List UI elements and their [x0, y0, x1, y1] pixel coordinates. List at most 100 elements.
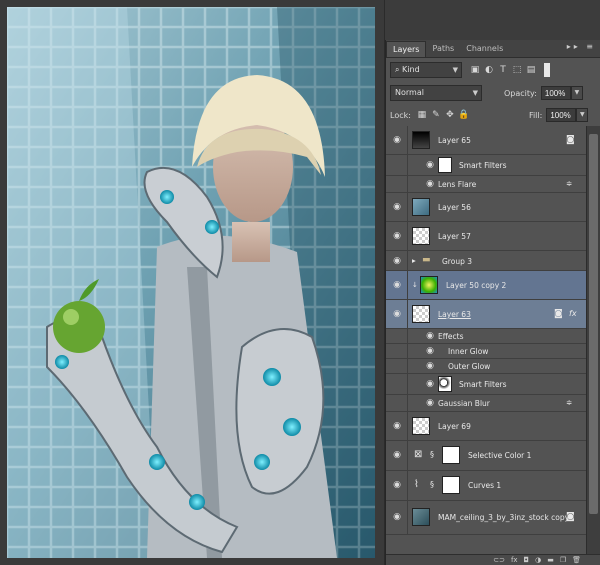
adjustment-filter-icon[interactable]: ◐ — [482, 65, 496, 75]
layer-row[interactable]: ◉ Lens Flare ≑ — [386, 176, 587, 193]
eye-icon[interactable]: ◉ — [424, 331, 436, 341]
group-row[interactable]: ◉ ▸ ▬ Group 3 — [386, 251, 587, 271]
fx-icon[interactable]: fx — [569, 309, 577, 318]
layer-row[interactable]: ◉ Layer 65 ◙ — [386, 126, 587, 155]
shape-filter-icon[interactable]: ⬚ — [510, 65, 524, 75]
lock-row: Lock: ▦ ✎ ✥ 🔒 Fill: ▼ — [386, 104, 600, 126]
smart-object-filter-icon[interactable]: ▤ — [524, 65, 538, 75]
opacity-dropdown-icon[interactable]: ▼ — [570, 86, 583, 100]
fill-label: Fill: — [528, 110, 543, 120]
eye-icon[interactable]: ◉ — [424, 160, 436, 170]
chain-link-icon[interactable]: § — [430, 450, 434, 459]
lock-all-icon[interactable]: 🔒 — [457, 110, 471, 120]
layer-name: Layer 56 — [438, 203, 471, 212]
lock-position-icon[interactable]: ✥ — [443, 110, 457, 120]
document-canvas[interactable] — [0, 0, 384, 565]
eye-icon[interactable]: ◉ — [424, 398, 436, 408]
opacity-input[interactable] — [540, 86, 571, 100]
layer-thumbnail — [412, 305, 430, 323]
eye-icon[interactable]: ◉ — [391, 231, 403, 241]
selective-color-icon: ⊠ — [414, 449, 423, 460]
filter-kind-label: Kind — [402, 65, 420, 74]
eye-icon[interactable]: ◉ — [391, 480, 403, 490]
smart-object-icon: ◙ — [566, 512, 575, 522]
layer-thumbnail — [412, 227, 430, 245]
eye-icon[interactable]: ◉ — [424, 379, 436, 389]
filter-toggle-switch[interactable] — [544, 63, 550, 77]
image-filter-icon[interactable]: ▣ — [468, 65, 482, 75]
panel-tabs: Layers Paths Channels ▸▸ ≡ — [386, 40, 600, 58]
tab-layers[interactable]: Layers — [386, 41, 427, 57]
filter-options-icon[interactable]: ≑ — [566, 398, 572, 407]
lock-paint-icon[interactable]: ✎ — [429, 110, 443, 120]
search-icon: ⌕ — [395, 65, 403, 74]
layer-name: Layer 69 — [438, 422, 471, 431]
eye-icon[interactable]: ◉ — [391, 309, 403, 319]
layer-row[interactable]: ◉ Layer 57 — [386, 222, 587, 251]
trash-icon[interactable]: 🗑 — [572, 555, 581, 565]
new-adjustment-icon[interactable]: ◑ — [535, 555, 541, 565]
layer-row[interactable]: ◉ Smart Filters — [386, 374, 587, 395]
layer-row[interactable]: ◉ Layer 56 — [386, 193, 587, 222]
type-filter-icon[interactable]: T — [496, 65, 510, 75]
new-layer-icon[interactable]: ❐ — [560, 555, 566, 565]
layer-name: Gaussian Blur — [438, 399, 490, 408]
layer-thumbnail — [412, 508, 430, 526]
fill-input[interactable] — [546, 108, 577, 122]
lock-label: Lock: — [390, 110, 411, 120]
expand-arrow-icon[interactable]: ▸ — [412, 256, 416, 265]
eye-icon[interactable]: ◉ — [391, 256, 403, 266]
chevron-down-icon: ▼ — [452, 66, 458, 74]
clip-arrow-icon: ↓ — [412, 281, 418, 289]
blend-mode-label: Normal — [395, 88, 424, 97]
layer-thumbnail — [420, 276, 438, 294]
layer-row[interactable]: ◉ Layer 69 — [386, 412, 587, 441]
eye-icon[interactable]: ◉ — [424, 361, 436, 371]
panel-footer: ⊂⊃ fx ◘ ◑ ▬ ❐ 🗑 — [386, 554, 600, 565]
blend-mode-select[interactable]: Normal ▼ — [390, 85, 482, 101]
panel-menu-icon[interactable]: ▸▸ ≡ — [567, 42, 596, 51]
layer-name: Group 3 — [442, 257, 472, 266]
layer-row[interactable]: ◉ Effects — [386, 329, 587, 344]
layer-row[interactable]: ◉ Outer Glow — [386, 359, 587, 374]
new-group-icon[interactable]: ▬ — [547, 555, 554, 565]
layer-name: Selective Color 1 — [468, 451, 532, 460]
link-layers-icon[interactable]: ⊂⊃ — [493, 555, 505, 565]
layer-name: Lens Flare — [438, 180, 477, 189]
layer-row[interactable]: ◉ Layer 63 ◙ fx — [386, 300, 587, 329]
layers-scrollbar[interactable] — [586, 126, 600, 554]
layer-row[interactable]: ◉ ⌇ § Curves 1 — [386, 471, 587, 501]
layer-row[interactable]: ◉ MAM_ceiling_3_by_3inz_stock copy ◙ — [386, 501, 587, 535]
eye-icon[interactable]: ◉ — [424, 346, 436, 356]
layer-name: Layer 63 — [438, 310, 471, 319]
layer-name: Layer 50 copy 2 — [446, 281, 507, 290]
layer-row[interactable]: ◉ Gaussian Blur ≑ — [386, 395, 587, 412]
eye-icon[interactable]: ◉ — [424, 179, 436, 189]
tab-paths[interactable]: Paths — [426, 41, 460, 57]
layer-name: Layer 65 — [438, 136, 471, 145]
layer-row[interactable]: ◉ Smart Filters — [386, 155, 587, 176]
layer-row[interactable]: ◉ ↓ Layer 50 copy 2 — [386, 271, 587, 300]
lock-transparent-icon[interactable]: ▦ — [415, 110, 429, 120]
filter-kind-select[interactable]: ⌕ Kind ▼ — [390, 62, 462, 78]
layer-name: Layer 57 — [438, 232, 471, 241]
fill-dropdown-icon[interactable]: ▼ — [576, 108, 589, 122]
smart-object-icon: ◙ — [554, 309, 563, 319]
eye-icon[interactable]: ◉ — [391, 135, 403, 145]
eye-icon[interactable]: ◉ — [391, 450, 403, 460]
smart-object-icon: ◙ — [566, 135, 575, 145]
add-mask-icon[interactable]: ◘ — [524, 555, 530, 565]
fx-menu-icon[interactable]: fx — [511, 555, 518, 565]
tab-channels[interactable]: Channels — [460, 41, 509, 57]
chain-link-icon[interactable]: § — [430, 480, 434, 489]
layer-row[interactable]: ◉ Inner Glow — [386, 344, 587, 359]
filter-options-icon[interactable]: ≑ — [566, 179, 572, 188]
eye-icon[interactable]: ◉ — [391, 512, 403, 522]
layer-row[interactable]: ◉ ⊠ § Selective Color 1 — [386, 441, 587, 471]
eye-icon[interactable]: ◉ — [391, 421, 403, 431]
chevron-down-icon: ▼ — [472, 89, 478, 97]
eye-icon[interactable]: ◉ — [391, 202, 403, 212]
eye-icon[interactable]: ◉ — [391, 280, 403, 290]
layer-thumbnail — [412, 131, 430, 149]
scrollbar-thumb[interactable] — [589, 134, 598, 514]
